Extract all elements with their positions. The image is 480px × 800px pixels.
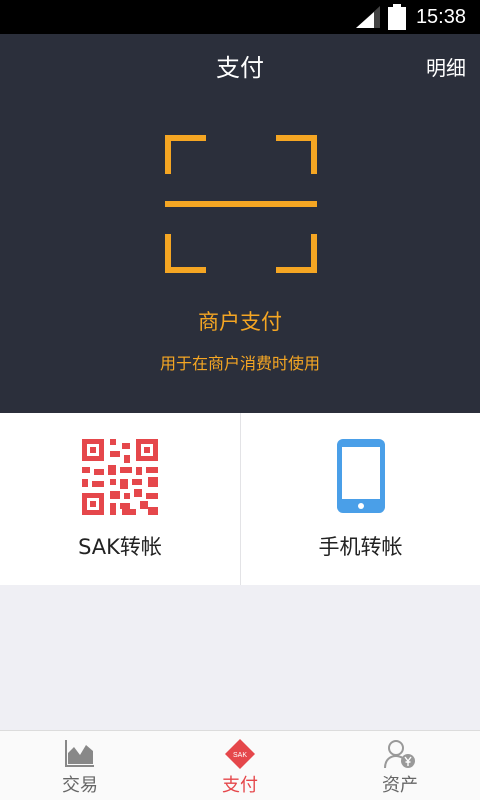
phone-transfer-label: 手机转帐 [318, 535, 403, 559]
payment-header: 支付 明细 商户支付 用于在商户消费时使用 [0, 34, 480, 413]
tab-trade[interactable]: 交易 [0, 731, 160, 800]
user-yen-icon [384, 740, 415, 769]
tab-trade-label: 交易 [62, 775, 98, 796]
sak-transfer-label: SAK转帐 [78, 535, 162, 559]
sak-transfer-button[interactable]: SAK转帐 [0, 413, 240, 585]
chart-icon [65, 740, 94, 767]
transfer-actions: SAK转帐 手机转帐 [0, 413, 480, 585]
scan-frame-icon[interactable] [165, 135, 317, 273]
merchant-pay-subtitle: 用于在商户消费时使用 [159, 354, 320, 373]
page-title: 支付 [216, 54, 264, 82]
signal-icon [356, 6, 380, 28]
tab-assets-label: 资产 [382, 775, 418, 796]
merchant-pay-label[interactable]: 商户支付 [0, 306, 480, 336]
sak-diamond-icon: SAK [225, 739, 255, 769]
sak-badge-text: SAK [233, 752, 247, 759]
phone-transfer-button[interactable]: 手机转帐 [240, 413, 480, 585]
tab-assets[interactable]: 资产 [320, 731, 480, 800]
bottom-tab-bar: 交易 SAK 支付 资产 [0, 730, 480, 800]
detail-button[interactable]: 明细 [426, 52, 466, 81]
tab-pay-label: 支付 [222, 775, 258, 796]
battery-icon [388, 4, 406, 30]
tab-pay[interactable]: SAK 支付 [160, 731, 320, 800]
clock: 15:38 [415, 6, 466, 28]
status-bar: 15:38 [0, 0, 480, 34]
phone-icon [336, 439, 385, 513]
qr-code-icon [82, 439, 158, 515]
